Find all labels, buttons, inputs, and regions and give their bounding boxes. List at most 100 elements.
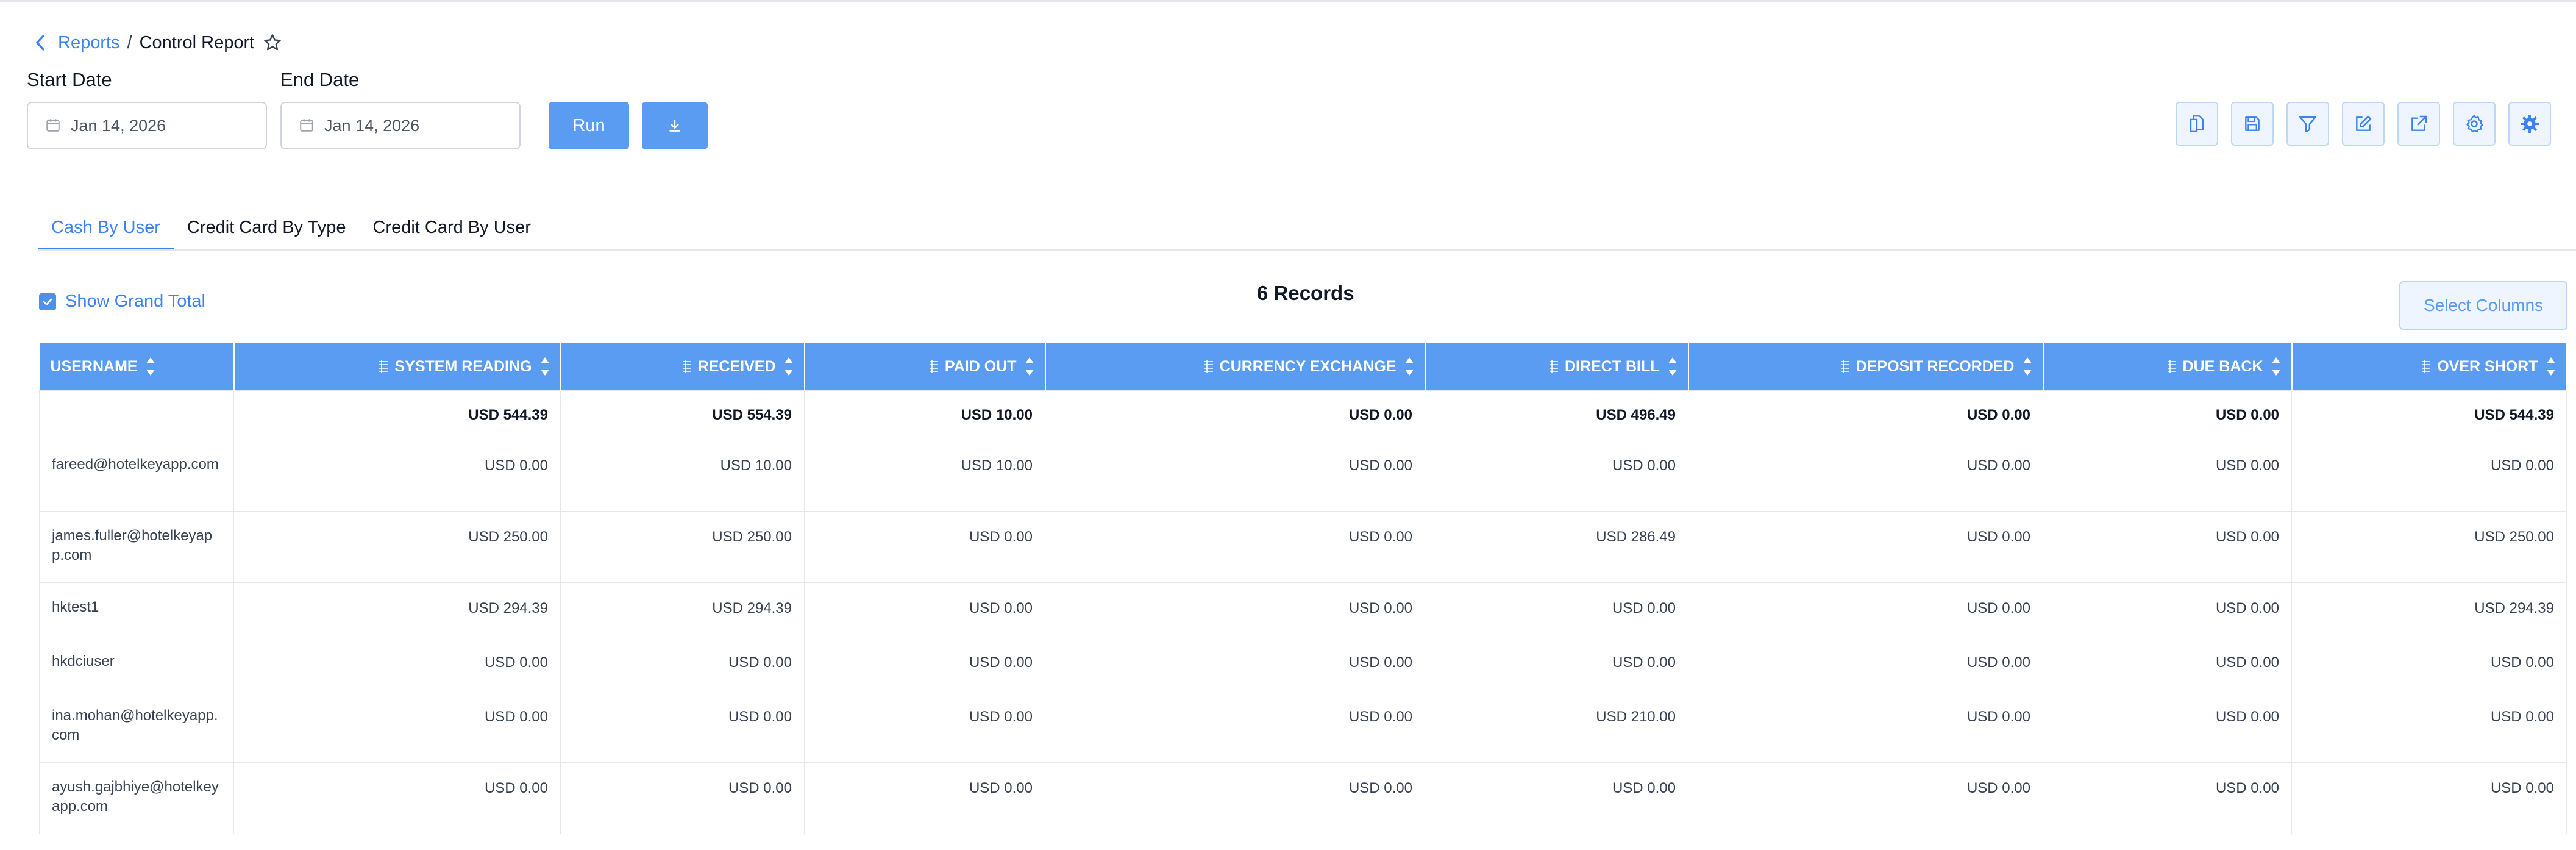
amount-cell: USD 10.00 bbox=[560, 440, 805, 512]
column-header[interactable]: SYSTEM READING bbox=[233, 343, 561, 391]
table-row: ina.mohan@hotelkeyapp.com USD 0.00 USD 0.0… bbox=[39, 691, 2567, 763]
breadcrumb-reports-link[interactable]: Reports bbox=[58, 33, 120, 53]
username-cell: hkdciuser bbox=[39, 637, 234, 691]
advanced-settings-icon bbox=[2519, 113, 2541, 135]
edit-button[interactable] bbox=[2342, 102, 2385, 146]
amount-cell: USD 210.00 bbox=[1425, 691, 1688, 763]
calendar-icon bbox=[299, 117, 316, 134]
column-header[interactable]: PAID OUT bbox=[804, 343, 1046, 391]
amount-cell: USD 0.00 bbox=[2291, 637, 2567, 691]
sort-icon[interactable] bbox=[145, 356, 156, 377]
column-header[interactable]: USERNAME bbox=[39, 343, 235, 391]
sort-icon[interactable] bbox=[2271, 356, 2282, 377]
column-drag-icon[interactable] bbox=[1203, 359, 1215, 374]
end-date-value: Jan 14, 2026 bbox=[324, 116, 420, 135]
amount-cell: USD 0.00 bbox=[2291, 762, 2567, 834]
username-cell bbox=[39, 390, 234, 440]
amount-cell: USD 0.00 bbox=[2043, 637, 2292, 691]
end-date-label: End Date bbox=[280, 69, 360, 90]
amount-cell: USD 10.00 bbox=[804, 440, 1045, 512]
amount-cell: USD 544.39 bbox=[2291, 390, 2567, 440]
amount-cell: USD 0.00 bbox=[1045, 511, 1425, 583]
sort-icon[interactable] bbox=[1404, 356, 1415, 377]
page-title: Control Report bbox=[139, 32, 255, 52]
amount-cell: USD 0.00 bbox=[1688, 582, 2043, 637]
column-header[interactable]: RECEIVED bbox=[560, 343, 805, 391]
amount-cell: USD 554.39 bbox=[560, 390, 805, 440]
amount-cell: USD 0.00 bbox=[1045, 582, 1425, 637]
column-drag-icon[interactable] bbox=[681, 359, 693, 374]
start-date-field[interactable]: Jan 14, 2026 bbox=[27, 102, 267, 149]
amount-cell: USD 0.00 bbox=[560, 691, 805, 763]
amount-cell: USD 294.39 bbox=[233, 582, 561, 637]
sort-icon[interactable] bbox=[2546, 356, 2556, 377]
amount-cell: USD 0.00 bbox=[1045, 440, 1425, 512]
sort-icon[interactable] bbox=[1024, 356, 1035, 377]
amount-cell: USD 250.00 bbox=[2291, 511, 2567, 583]
filter-button[interactable] bbox=[2286, 102, 2329, 146]
amount-cell: USD 0.00 bbox=[1688, 637, 2043, 691]
favorite-star-icon[interactable] bbox=[263, 32, 283, 53]
run-button[interactable]: Run bbox=[549, 102, 629, 149]
checkbox-checked-icon bbox=[39, 293, 56, 310]
advanced-settings-button[interactable] bbox=[2508, 102, 2551, 146]
column-drag-icon[interactable] bbox=[1839, 359, 1851, 374]
column-header[interactable]: DEPOSIT RECORDED bbox=[1688, 343, 2044, 391]
column-header[interactable]: OVER SHORT bbox=[2291, 343, 2567, 391]
column-header-label: DUE BACK bbox=[2182, 357, 2263, 375]
sort-icon[interactable] bbox=[2022, 356, 2033, 377]
table-row: hkdciuser USD 0.00 USD 0.00 USD 0.00 USD 0.0… bbox=[39, 637, 2567, 691]
breadcrumb: Reports / Control Report bbox=[34, 29, 283, 56]
select-columns-button[interactable]: Select Columns bbox=[2399, 281, 2567, 330]
username-cell: fareed@hotelkeyapp.com bbox=[39, 440, 234, 512]
column-drag-icon[interactable] bbox=[1548, 359, 1560, 374]
username-cell: hktest1 bbox=[39, 582, 234, 637]
tab-divider bbox=[38, 249, 2576, 251]
save-button[interactable] bbox=[2231, 102, 2274, 146]
amount-cell: USD 10.00 bbox=[804, 390, 1045, 440]
sort-icon[interactable] bbox=[1667, 356, 1678, 377]
sort-icon[interactable] bbox=[539, 356, 550, 377]
column-header[interactable]: DIRECT BILL bbox=[1425, 343, 1689, 391]
amount-cell: USD 0.00 bbox=[2043, 440, 2292, 512]
amount-cell: USD 0.00 bbox=[1425, 762, 1688, 834]
column-drag-icon[interactable] bbox=[377, 359, 390, 374]
column-drag-icon[interactable] bbox=[2420, 359, 2432, 374]
amount-cell: USD 250.00 bbox=[560, 511, 805, 583]
settings-icon bbox=[2464, 113, 2485, 134]
export-pdf-icon bbox=[2186, 113, 2207, 134]
amount-cell: USD 0.00 bbox=[1688, 691, 2043, 763]
username-cell: ina.mohan@hotelkeyapp.com bbox=[39, 691, 234, 763]
amount-cell: USD 0.00 bbox=[233, 691, 561, 763]
tab-credit-card-by-type[interactable]: Credit Card By Type bbox=[174, 207, 360, 248]
sort-icon[interactable] bbox=[783, 356, 794, 377]
end-date-field[interactable]: Jan 14, 2026 bbox=[280, 102, 521, 149]
column-header-label: CURRENCY EXCHANGE bbox=[1219, 357, 1397, 375]
table-row: ayush.gajbhiye@hotelkeyapp.com USD 0.00 US… bbox=[39, 762, 2567, 834]
settings-button[interactable] bbox=[2453, 102, 2496, 146]
download-button[interactable] bbox=[642, 102, 708, 149]
show-grand-total-label: Show Grand Total bbox=[65, 291, 205, 311]
save-icon bbox=[2243, 114, 2262, 134]
back-chevron-icon[interactable] bbox=[34, 34, 52, 52]
amount-cell: USD 0.00 bbox=[2291, 440, 2567, 512]
column-header[interactable]: DUE BACK bbox=[2043, 343, 2293, 391]
table-row: hktest1 USD 294.39 USD 294.39 USD 0.00 USD 0… bbox=[39, 582, 2567, 637]
username-cell: ayush.gajbhiye@hotelkeyapp.com bbox=[39, 762, 234, 834]
column-header-label: USERNAME bbox=[50, 357, 138, 375]
amount-cell: USD 0.00 bbox=[2291, 691, 2567, 763]
records-count: 6 Records bbox=[1257, 282, 1354, 304]
amount-cell: USD 0.00 bbox=[1688, 762, 2043, 834]
tab-credit-card-by-user[interactable]: Credit Card By User bbox=[359, 207, 544, 248]
tab-cash-by-user[interactable]: Cash By User bbox=[38, 207, 174, 250]
column-header[interactable]: CURRENCY EXCHANGE bbox=[1045, 343, 1426, 391]
share-button[interactable] bbox=[2397, 102, 2440, 146]
amount-cell: USD 0.00 bbox=[1688, 390, 2043, 440]
show-grand-total-checkbox[interactable]: Show Grand Total bbox=[39, 291, 205, 312]
amount-cell: USD 0.00 bbox=[2043, 511, 2292, 583]
column-drag-icon[interactable] bbox=[928, 359, 940, 374]
filter-icon bbox=[2297, 113, 2318, 134]
calendar-icon bbox=[45, 117, 62, 134]
export-pdf-button[interactable] bbox=[2176, 102, 2218, 146]
column-drag-icon[interactable] bbox=[2166, 359, 2178, 374]
